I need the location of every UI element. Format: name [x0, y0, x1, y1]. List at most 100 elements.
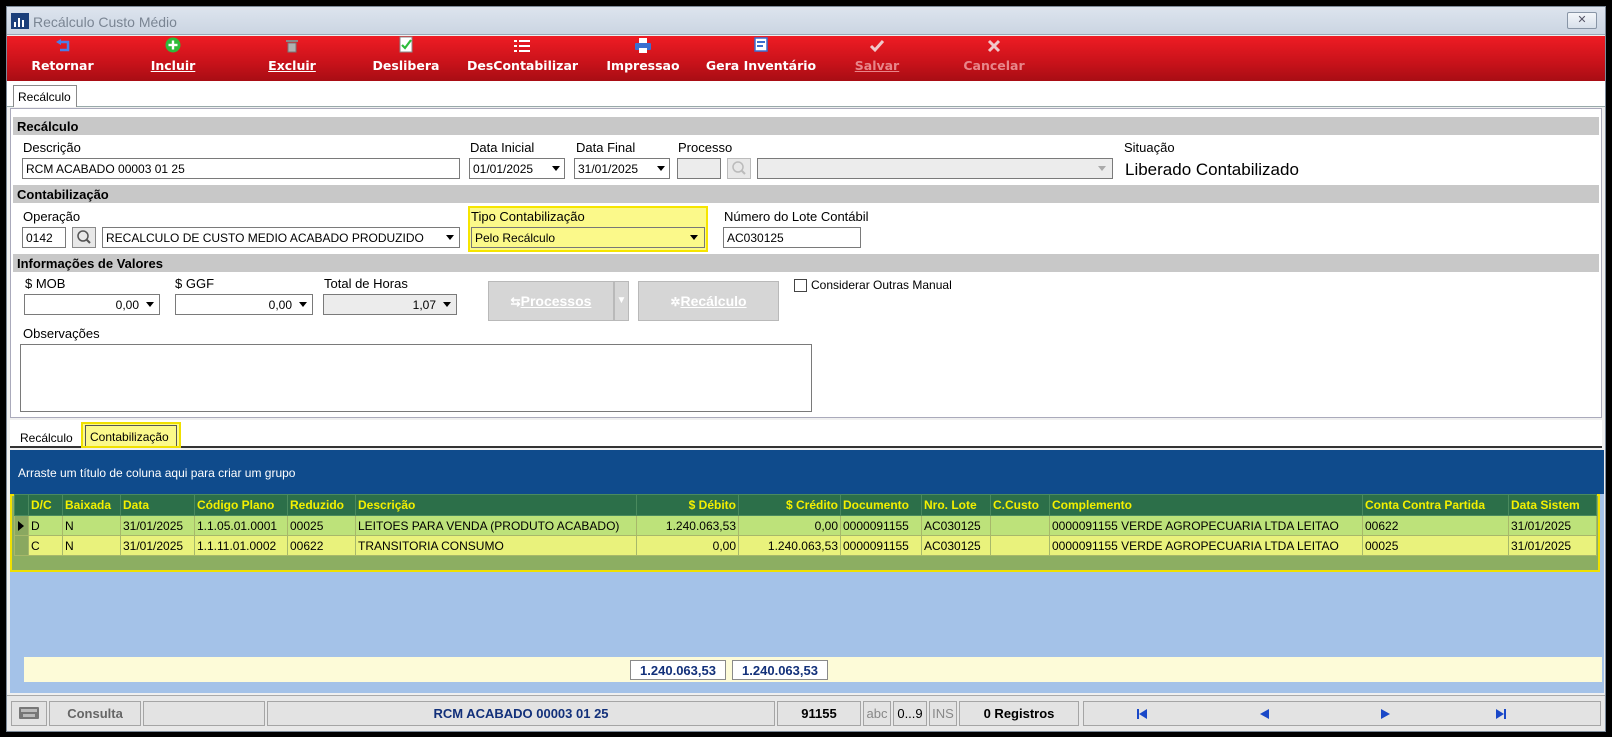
cell-debito[interactable]: 1.240.063,53 [636, 515, 739, 536]
chevron-down-icon[interactable] [657, 166, 665, 171]
data-final-label: Data Final [576, 140, 636, 155]
col-ccusto[interactable]: C.Custo [990, 494, 1050, 516]
cell-data-sistema[interactable]: 31/01/2025 [1508, 535, 1597, 556]
cell-documento[interactable]: 0000091155 [840, 535, 922, 556]
col-baixada[interactable]: Baixada [62, 494, 121, 516]
cell-conta-contra-partida[interactable]: 00025 [1362, 535, 1509, 556]
main-window: Recálculo Custo Médio ✕ Retornar Incluir… [6, 6, 1606, 732]
chevron-down-icon[interactable] [443, 302, 451, 307]
current-row-arrow-icon [18, 520, 24, 531]
table-row[interactable]: D N 31/01/2025 1.1.05.01.0001 00025 LEIT… [14, 515, 1597, 536]
cell-nro-lote[interactable]: AC030125 [921, 515, 991, 536]
cell-credito[interactable]: 0,00 [738, 515, 841, 536]
status-blank [143, 701, 265, 726]
col-codigo-plano[interactable]: Código Plano [194, 494, 288, 516]
considerar-checkbox[interactable] [794, 279, 807, 292]
cell-nro-lote[interactable]: AC030125 [921, 535, 991, 556]
cell-credito[interactable]: 1.240.063,53 [738, 535, 841, 556]
processo-search-button[interactable] [727, 158, 751, 179]
cell-baixada[interactable]: N [62, 515, 121, 536]
next-record-icon[interactable] [1381, 709, 1390, 719]
cell-reduzido[interactable]: 00025 [287, 515, 356, 536]
group-by-bar[interactable]: Arraste um título de coluna aqui para cr… [10, 450, 1604, 494]
cell-descricao[interactable]: TRANSITORIA CONSUMO [355, 535, 637, 556]
cell-dc[interactable]: D [28, 515, 63, 536]
retornar-button[interactable]: Retornar [25, 36, 100, 81]
mob-input[interactable]: 0,00 [24, 294, 160, 315]
cell-data-sistema[interactable]: 31/01/2025 [1508, 515, 1597, 536]
recalculo-button[interactable]: ✲Recálculo [638, 281, 779, 321]
operacao-select[interactable]: RECALCULO DE CUSTO MEDIO ACABADO PRODUZI… [102, 227, 460, 248]
impressao-button[interactable]: Impressao [603, 36, 683, 81]
descontabilizar-button[interactable]: DesContabilizar [467, 36, 578, 81]
col-conta-contra-partida[interactable]: Conta Contra Partida [1362, 494, 1509, 516]
cancelar-button[interactable]: Cancelar [959, 36, 1029, 81]
cell-documento[interactable]: 0000091155 [840, 515, 922, 536]
deslibera-button[interactable]: Deslibera [371, 36, 441, 81]
operacao-label: Operação [23, 209, 81, 224]
data-final-input[interactable]: 31/01/2025 [574, 158, 670, 179]
chevron-down-icon[interactable] [552, 166, 560, 171]
first-record-icon[interactable] [1137, 709, 1148, 719]
col-nro-lote[interactable]: Nro. Lote [921, 494, 991, 516]
col-dc[interactable]: D/C [28, 494, 63, 516]
observacoes-textarea[interactable] [20, 344, 812, 412]
processos-button[interactable]: ⇆Processos [488, 281, 614, 321]
col-descricao[interactable]: Descrição [355, 494, 637, 516]
operacao-code-input[interactable]: 0142 [22, 227, 66, 248]
processo-select[interactable] [757, 158, 1113, 179]
cell-codigo-plano[interactable]: 1.1.05.01.0001 [194, 515, 288, 536]
keyboard-button[interactable] [11, 701, 47, 726]
chevron-down-icon[interactable] [1098, 166, 1106, 171]
cell-descricao[interactable]: LEITOES PARA VENDA (PRODUTO ACABADO) [355, 515, 637, 536]
tipo-contab-select[interactable]: Pelo Recálculo [471, 227, 705, 248]
previous-record-icon[interactable] [1260, 709, 1269, 719]
cell-debito[interactable]: 0,00 [636, 535, 739, 556]
tab-recalculo[interactable]: Recálculo [13, 85, 77, 107]
cell-data[interactable]: 31/01/2025 [120, 535, 195, 556]
tab-contabilizacao[interactable]: Contabilização [85, 425, 177, 446]
col-data-sistema[interactable]: Data Sistem [1508, 494, 1597, 516]
cell-conta-contra-partida[interactable]: 00622 [1362, 515, 1509, 536]
descricao-input[interactable]: RCM ACABADO 00003 01 25 [22, 158, 460, 179]
chevron-down-icon[interactable] [146, 302, 154, 307]
chevron-down-icon[interactable] [299, 302, 307, 307]
incluir-button[interactable]: Incluir [143, 36, 203, 81]
col-data[interactable]: Data [120, 494, 195, 516]
gera-inventario-button[interactable]: Gera Inventário [701, 36, 821, 81]
cell-reduzido[interactable]: 00622 [287, 535, 356, 556]
row-selector[interactable] [14, 515, 29, 536]
title-bar: Recálculo Custo Médio ✕ [7, 7, 1605, 35]
cell-ccusto[interactable] [990, 535, 1050, 556]
col-reduzido[interactable]: Reduzido [287, 494, 356, 516]
cell-complemento[interactable]: 0000091155 VERDE AGROPECUARIA LTDA LEITA… [1049, 515, 1363, 536]
data-inicial-input[interactable]: 01/01/2025 [469, 158, 565, 179]
lote-input[interactable]: AC030125 [723, 227, 861, 248]
close-button[interactable]: ✕ [1567, 12, 1597, 29]
cell-codigo-plano[interactable]: 1.1.11.01.0002 [194, 535, 288, 556]
cell-ccusto[interactable] [990, 515, 1050, 536]
last-record-icon[interactable] [1496, 709, 1507, 719]
operacao-search-button[interactable] [72, 227, 96, 248]
excluir-button[interactable]: Excluir [262, 36, 322, 81]
salvar-button[interactable]: Salvar [847, 36, 907, 81]
col-documento[interactable]: Documento [840, 494, 922, 516]
cell-complemento[interactable]: 0000091155 VERDE AGROPECUARIA LTDA LEITA… [1049, 535, 1363, 556]
tab-recalculo-bottom[interactable]: Recálculo [20, 431, 73, 445]
cell-data[interactable]: 31/01/2025 [120, 515, 195, 536]
chevron-down-icon[interactable] [690, 235, 698, 240]
ggf-input[interactable]: 0,00 [175, 294, 313, 315]
chevron-down-icon[interactable] [446, 235, 454, 240]
col-credito[interactable]: $ Crédito [738, 494, 841, 516]
cell-dc[interactable]: C [28, 535, 63, 556]
cell-baixada[interactable]: N [62, 535, 121, 556]
col-complemento[interactable]: Complemento [1049, 494, 1363, 516]
row-selector[interactable] [14, 535, 29, 556]
processo-code-input[interactable] [677, 158, 721, 179]
chevron-down-icon: ▼ [616, 295, 627, 306]
col-debito[interactable]: $ Débito [636, 494, 739, 516]
horas-input[interactable]: 1,07 [323, 294, 457, 315]
descricao-label: Descrição [23, 140, 81, 155]
table-row[interactable]: C N 31/01/2025 1.1.11.01.0002 00622 TRAN… [14, 535, 1597, 556]
processos-dropdown-button[interactable]: ▼ [614, 281, 629, 321]
